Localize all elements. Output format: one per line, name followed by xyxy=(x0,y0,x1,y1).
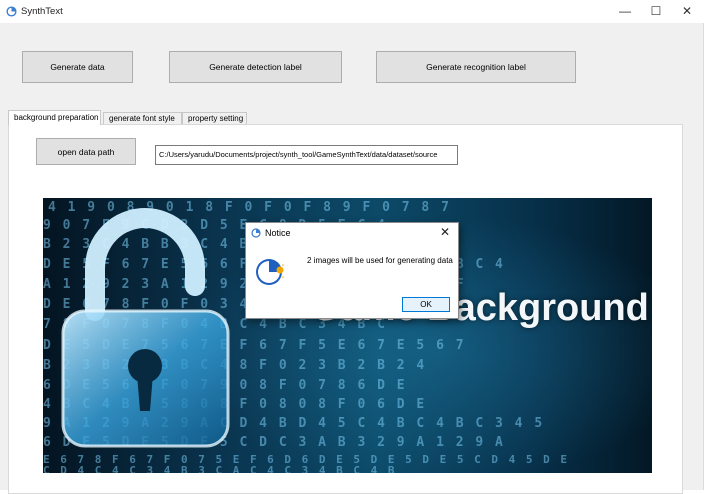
generate-recognition-label-button[interactable]: Generate recognition label xyxy=(376,51,576,83)
data-path-field[interactable]: C:/Users/yarudu/Documents/project/synth_… xyxy=(155,145,458,165)
tab-background-preparation[interactable]: background preparation xyxy=(8,110,101,125)
main-window: SynthText — ☐ ✕ Generate data Generate d… xyxy=(0,0,704,494)
dialog-message: 2 images will be used for generating dat… xyxy=(307,256,453,265)
hex-row: C D 4 C 4 C 3 4 B 3 C A C 4 C 3 4 B C 4 … xyxy=(43,464,397,473)
title-bar[interactable]: SynthText — ☐ ✕ xyxy=(0,0,704,23)
tab-property-setting[interactable]: property setting xyxy=(182,112,247,124)
generate-data-button[interactable]: Generate data xyxy=(22,51,133,83)
generate-detection-label-button[interactable]: Generate detection label xyxy=(169,51,342,83)
ok-button[interactable]: OK xyxy=(402,297,450,312)
app-logo-icon xyxy=(256,259,284,285)
notice-dialog: Notice ✕ 2 images will be used for gener… xyxy=(245,222,459,319)
open-padlock-icon xyxy=(61,208,230,448)
dialog-title-bar[interactable]: Notice ✕ xyxy=(246,223,458,244)
maximize-button[interactable]: ☐ xyxy=(641,0,671,23)
open-data-path-button[interactable]: open data path xyxy=(36,138,136,165)
dialog-title: Notice xyxy=(265,228,291,238)
tab-generate-font-style[interactable]: generate font style xyxy=(103,112,182,124)
close-window-button[interactable]: ✕ xyxy=(672,0,702,23)
window-title: SynthText xyxy=(21,6,63,17)
app-logo-icon xyxy=(251,228,261,238)
app-logo-icon xyxy=(6,6,17,17)
dialog-close-button[interactable]: ✕ xyxy=(440,225,450,239)
minimize-button[interactable]: — xyxy=(610,0,640,23)
